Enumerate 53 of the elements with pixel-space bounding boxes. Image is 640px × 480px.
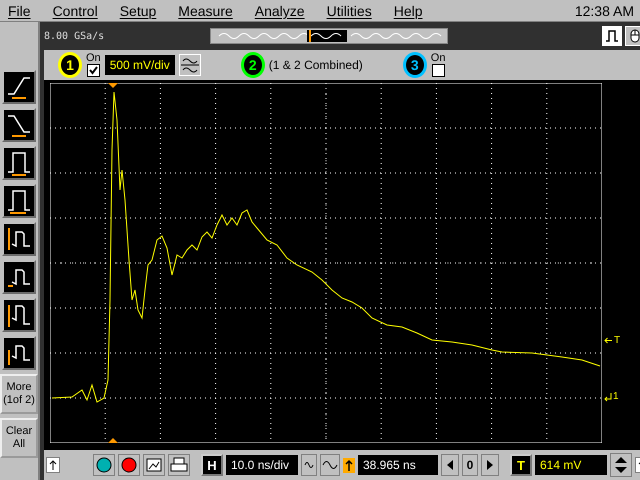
menu-item[interactable]: Help [394,2,422,18]
measurement-button[interactable] [2,260,36,294]
measurement-button[interactable] [2,70,36,104]
fine-adjust-icon[interactable] [301,454,317,476]
menu-item[interactable]: Analyze [254,2,305,18]
sample-rate-text: 8.00 GSa/s [44,30,106,42]
spin-arrows-icon[interactable] [610,453,632,477]
measurement-button[interactable] [2,184,36,218]
up-arrow-icon[interactable] [46,457,60,473]
measurement-button[interactable] [2,298,36,332]
ground-arrow-icon [604,392,612,402]
left-arrow-icon [604,337,612,344]
horizontal-button[interactable]: H [201,454,223,476]
channel-scale-field[interactable]: 500 mV/div [104,55,175,75]
channel-number[interactable]: 1 [58,52,82,78]
menu-item[interactable]: Measure [178,2,233,18]
trigger-level-field[interactable]: 614 mV [535,455,607,475]
measurement-button[interactable] [2,108,36,142]
pulse-mode-icon[interactable] [602,26,622,46]
trigger-button[interactable]: T [510,454,532,476]
measure-menu-button[interactable]: More (1of 2) [0,374,38,414]
measurement-button[interactable] [2,146,36,180]
menu-item[interactable]: Utilities [326,2,372,18]
on-checkbox[interactable] [432,64,445,77]
stop-button[interactable] [118,454,140,476]
channel-label: (1 & 2 Combined) [268,58,363,72]
coupling-button[interactable] [178,54,201,76]
position-zero-button[interactable]: 0 [462,454,478,476]
on-checkbox[interactable] [86,64,100,77]
menu-item[interactable]: Control [52,2,98,18]
reference-icon[interactable] [343,458,355,472]
run-button[interactable] [93,454,115,476]
ground-marker: 1 [613,391,619,402]
measurement-button[interactable] [2,336,36,370]
on-label: On [86,53,101,64]
channel-number[interactable]: 2 [240,52,265,78]
menu-item[interactable]: File [8,2,31,18]
wave-icon[interactable] [320,454,340,476]
measure-menu-button[interactable]: Clear All [0,418,38,458]
menu-item[interactable]: Setup [120,2,156,18]
printer-icon[interactable] [168,454,190,476]
time-scale-field[interactable]: 10.0 ns/div [226,455,298,475]
measurement-button[interactable] [2,222,36,256]
image-icon[interactable] [143,454,165,476]
trigger-level-marker: T [614,335,620,346]
time-position-field[interactable]: 38.965 ns [358,455,438,475]
mouse-icon[interactable] [625,26,640,46]
clock-text: 12:38 AM [574,2,634,18]
trigger-position-marker [108,83,118,88]
on-label: On [430,53,446,64]
waveform-overview-bar[interactable] [210,28,448,44]
trigger-position-marker [108,438,118,443]
channel-number[interactable]: 3 [402,52,427,78]
